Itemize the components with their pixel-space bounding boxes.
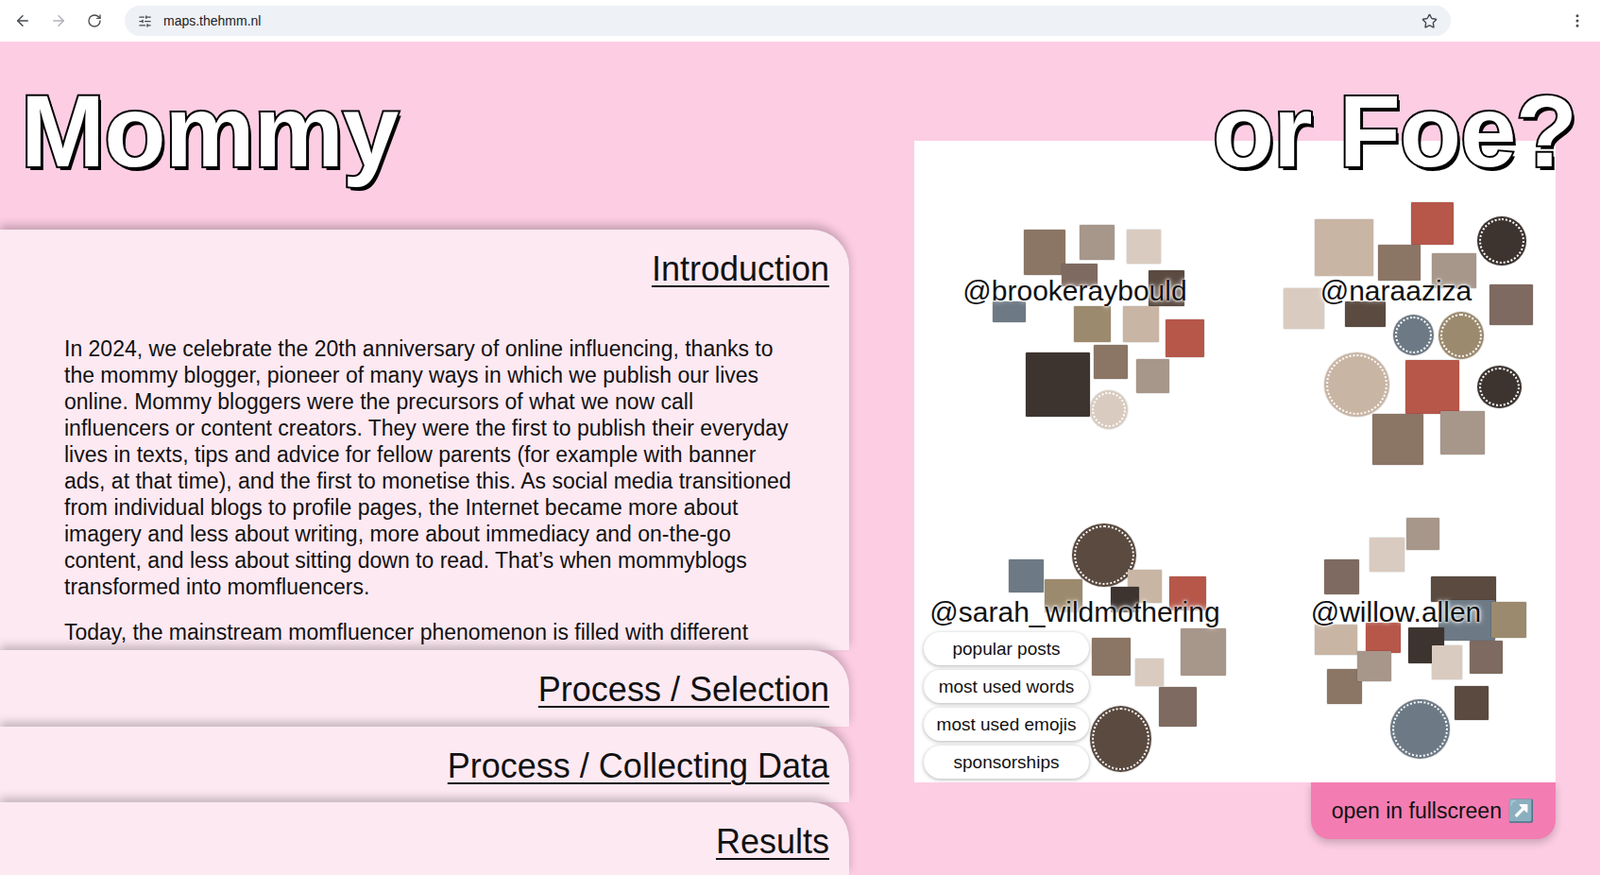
post-photo[interactable] — [1406, 517, 1440, 550]
section-heading[interactable]: Introduction — [0, 229, 850, 290]
post-photo[interactable] — [1393, 314, 1434, 356]
section-card: Process / Selection — [0, 649, 850, 727]
post-photo[interactable] — [1405, 359, 1460, 414]
filter-buttons: popular posts most used words most used em… — [923, 631, 1090, 779]
post-photo[interactable] — [1025, 352, 1090, 417]
forward-button[interactable] — [49, 11, 69, 31]
title-right: or Foe? — [1212, 81, 1577, 183]
reload-button[interactable] — [85, 11, 104, 31]
post-photo[interactable] — [1165, 319, 1205, 358]
post-photo[interactable] — [1093, 344, 1128, 379]
page-body: Mommy Introduction In 2024, we celebrate t… — [0, 41, 1600, 875]
post-photo[interactable] — [1158, 686, 1197, 727]
post-photo[interactable] — [1369, 537, 1405, 572]
filter-button[interactable]: most used emojis — [923, 707, 1090, 741]
arrow-left-icon — [14, 12, 32, 30]
profile-handle[interactable]: @naraaziza — [1320, 274, 1473, 307]
back-button[interactable] — [13, 11, 33, 31]
section-heading[interactable]: Results — [0, 801, 850, 862]
post-photo[interactable] — [1180, 628, 1226, 676]
address-bar[interactable]: maps.thehmm.nl — [124, 5, 1451, 36]
right-column: or Foe? @brookeraybould @naraaziza @sarah_w… — [849, 41, 1600, 875]
section-paragraph: Today, the mainstream momfluencer phenom… — [64, 618, 792, 646]
post-photo[interactable] — [1072, 523, 1137, 587]
post-photo[interactable] — [1008, 559, 1044, 593]
post-photo[interactable] — [1135, 658, 1164, 686]
post-photo[interactable] — [1438, 311, 1484, 359]
post-photo[interactable] — [1314, 219, 1374, 276]
post-photo[interactable] — [1283, 288, 1325, 329]
post-photo[interactable] — [1431, 645, 1463, 680]
post-photo[interactable] — [1491, 601, 1527, 638]
section-card: Results — [0, 801, 850, 875]
post-photo[interactable] — [1089, 390, 1128, 429]
browser-toolbar: maps.thehmm.nl — [0, 0, 1600, 42]
map-canvas[interactable]: @brookeraybould @naraaziza @sarah_wildmoth… — [914, 140, 1556, 783]
site-settings-icon[interactable] — [137, 14, 153, 29]
section-paragraph: In 2024, we celebrate the 20th anniversa… — [64, 335, 792, 600]
section-heading[interactable]: Process / Selection — [0, 649, 850, 710]
filter-button[interactable]: popular posts — [923, 631, 1090, 665]
post-photo[interactable] — [1126, 229, 1161, 264]
post-photo[interactable] — [1477, 365, 1522, 409]
profile-handle[interactable]: @sarah_wildmothering — [929, 595, 1220, 629]
post-photo[interactable] — [1136, 358, 1170, 393]
post-photo[interactable] — [1091, 637, 1131, 676]
post-photo[interactable] — [1023, 229, 1066, 275]
section-card: Process / Collecting Data — [0, 726, 850, 802]
post-photo[interactable] — [1314, 624, 1358, 655]
post-photo[interactable] — [1390, 698, 1450, 759]
menu-button[interactable] — [1567, 11, 1587, 31]
post-photo[interactable] — [1489, 284, 1533, 325]
profile-handle[interactable]: @brookeraybould — [962, 274, 1187, 307]
post-photo[interactable] — [1372, 413, 1424, 465]
post-photo[interactable] — [1477, 216, 1527, 266]
post-photo[interactable] — [1357, 650, 1392, 681]
filter-button[interactable]: sponsorships — [923, 745, 1090, 779]
reload-icon — [86, 13, 103, 29]
post-photo[interactable] — [1440, 410, 1485, 455]
post-photo[interactable] — [1073, 306, 1111, 342]
post-photo[interactable] — [1089, 705, 1152, 772]
url-text: maps.thehmm.nl — [163, 13, 1411, 29]
section-card: Introduction In 2024, we celebrate the 20… — [0, 229, 850, 650]
post-photo[interactable] — [1469, 640, 1503, 674]
section-heading[interactable]: Process / Collecting Data — [0, 726, 850, 786]
post-photo[interactable] — [1324, 559, 1360, 595]
filter-button[interactable]: most used words — [923, 669, 1090, 703]
profile-handle[interactable]: @willow.allen — [1310, 595, 1482, 629]
arrow-right-icon — [50, 12, 68, 30]
title-left: Mommy — [0, 41, 850, 183]
star-icon[interactable] — [1421, 13, 1438, 30]
kebab-menu-icon — [1568, 12, 1586, 30]
post-photo[interactable] — [1079, 224, 1115, 260]
fullscreen-button[interactable]: open in fullscreen ↗️ — [1310, 782, 1556, 839]
left-column: Mommy Introduction In 2024, we celebrate t… — [0, 41, 850, 875]
page: maps.thehmm.nl Mommy Introduction In 2024, … — [0, 0, 1600, 875]
sections-panel: Introduction In 2024, we celebrate the 20… — [0, 229, 850, 875]
post-photo[interactable] — [1123, 306, 1159, 342]
post-photo[interactable] — [1411, 202, 1454, 245]
post-photo[interactable] — [1324, 352, 1390, 417]
post-photo[interactable] — [1454, 685, 1489, 720]
